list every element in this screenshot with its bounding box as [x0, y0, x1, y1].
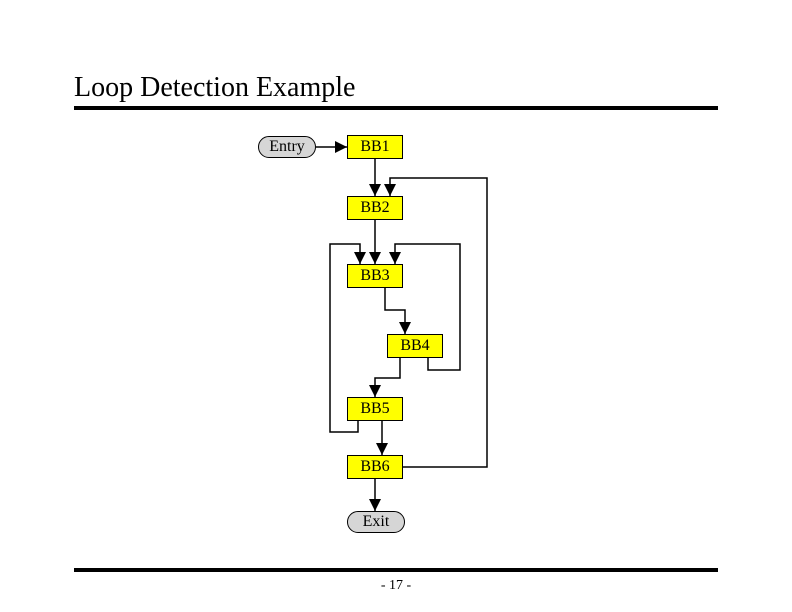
diagram: Entry BB1 BB2 BB3 BB4 BB5 BB6 Exit — [0, 0, 792, 612]
edge-bb6-bb2 — [390, 178, 487, 467]
node-bb2: BB2 — [347, 196, 403, 220]
node-bb6: BB6 — [347, 455, 403, 479]
edge-bb3-bb4 — [385, 288, 405, 334]
node-entry: Entry — [258, 136, 316, 158]
node-exit: Exit — [347, 511, 405, 533]
node-bb4: BB4 — [387, 334, 443, 358]
node-bb5: BB5 — [347, 397, 403, 421]
rule-bottom — [74, 568, 718, 572]
edge-bb4-bb5 — [375, 358, 400, 397]
page-footer: - 17 - — [0, 578, 792, 594]
node-bb3: BB3 — [347, 264, 403, 288]
node-bb1: BB1 — [347, 135, 403, 159]
